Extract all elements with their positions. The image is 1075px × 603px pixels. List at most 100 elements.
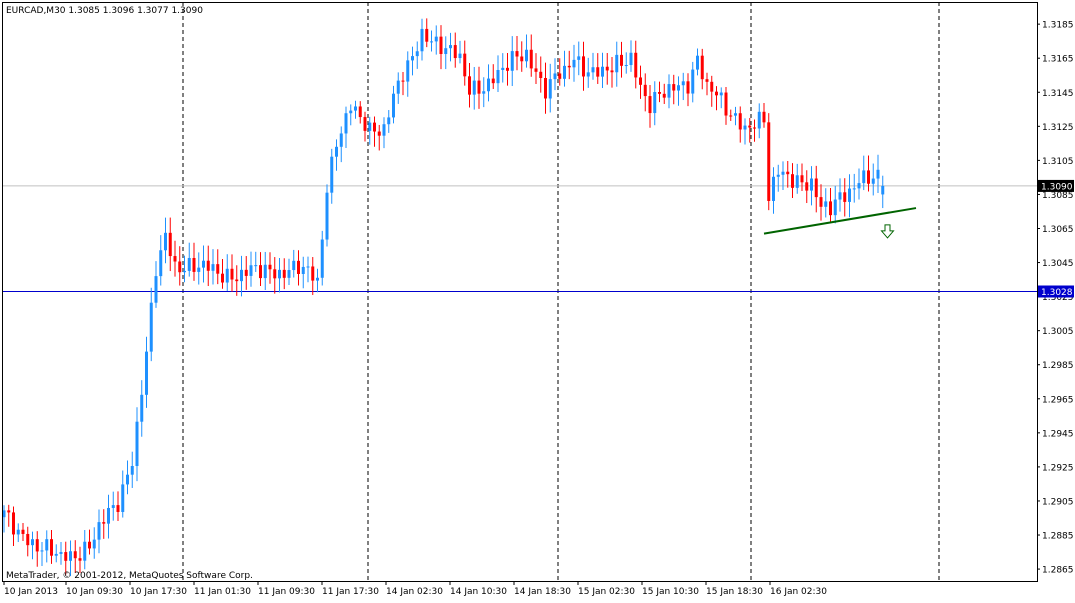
candle-body xyxy=(610,70,614,73)
candle xyxy=(64,541,68,575)
candle xyxy=(78,546,82,574)
candle xyxy=(776,164,780,192)
candle-body xyxy=(12,512,15,535)
candle xyxy=(159,235,163,286)
candle-body xyxy=(54,553,58,556)
candle xyxy=(639,65,642,99)
candle-body xyxy=(468,76,471,95)
candle xyxy=(35,531,39,567)
candle xyxy=(401,71,405,96)
candle-body xyxy=(268,264,272,270)
candle xyxy=(358,101,362,124)
trendline xyxy=(763,207,917,235)
candle-body xyxy=(729,115,733,117)
candle-body xyxy=(629,52,633,66)
candle xyxy=(377,124,381,151)
candle xyxy=(73,540,77,573)
x-tick-label: 11 Jan 09:30 xyxy=(258,587,315,597)
candle xyxy=(624,52,628,74)
candle-body xyxy=(330,156,334,193)
candle-body xyxy=(50,539,53,556)
candle xyxy=(463,40,467,86)
candle-body xyxy=(316,277,319,281)
candle-body xyxy=(373,122,376,132)
candle-body xyxy=(867,170,870,184)
candle-body xyxy=(862,170,866,184)
candle-body xyxy=(221,273,224,283)
candle-body xyxy=(107,507,110,524)
candle-body xyxy=(838,192,842,200)
x-tick-label: 15 Jan 10:30 xyxy=(642,587,699,597)
candle-body xyxy=(482,91,486,94)
candle-body xyxy=(349,110,353,114)
candle xyxy=(601,52,604,89)
y-tick-label: 1.3185 xyxy=(1042,21,1074,31)
candle xyxy=(848,174,851,218)
candle xyxy=(738,106,742,143)
candle xyxy=(577,41,581,76)
y-tick-label: 1.2925 xyxy=(1042,463,1074,473)
candle-body xyxy=(871,178,875,184)
candle xyxy=(287,258,291,286)
candle-body xyxy=(852,188,856,190)
candle-body xyxy=(624,65,628,67)
candle-body xyxy=(634,52,638,78)
chart-svg: 1.31851.31651.31451.31251.31051.30851.30… xyxy=(2,2,1074,597)
candle-body xyxy=(111,505,115,508)
candle-body xyxy=(520,56,524,62)
candle xyxy=(700,48,704,90)
candle-body xyxy=(78,558,82,561)
candle xyxy=(216,249,220,285)
candle xyxy=(268,252,272,284)
candle-body xyxy=(73,551,77,559)
candle xyxy=(501,53,505,83)
candle-body xyxy=(472,80,476,95)
candle xyxy=(130,451,134,488)
candle xyxy=(719,87,723,109)
candle xyxy=(871,163,875,196)
candle xyxy=(662,83,666,104)
candle xyxy=(244,256,248,290)
candle xyxy=(164,217,167,264)
candle-body xyxy=(69,551,72,561)
candle-body xyxy=(653,92,657,114)
candle-body xyxy=(748,125,752,128)
candle-body xyxy=(396,80,400,94)
candle-body xyxy=(810,178,813,191)
candle-body xyxy=(876,169,880,179)
candle xyxy=(472,67,476,110)
candle xyxy=(629,40,633,72)
y-tick-label: 1.3145 xyxy=(1042,89,1074,99)
candle xyxy=(178,246,182,286)
candle-body xyxy=(515,51,519,57)
candle-body xyxy=(691,69,695,94)
candle xyxy=(45,530,49,563)
candle-body xyxy=(558,73,562,79)
candle-body xyxy=(225,268,229,283)
candle xyxy=(743,118,747,145)
candle xyxy=(121,470,125,518)
candle-body xyxy=(92,539,96,549)
horizontal-lines xyxy=(2,185,1037,292)
candle-body xyxy=(354,106,357,111)
candle xyxy=(681,72,685,101)
candle xyxy=(468,62,471,108)
candle xyxy=(263,251,267,290)
candle-body xyxy=(439,36,443,55)
candle-body xyxy=(510,51,514,71)
candle xyxy=(520,41,524,72)
candle xyxy=(97,509,101,554)
x-tick-label: 16 Jan 02:30 xyxy=(770,587,827,597)
candle-body xyxy=(368,122,372,131)
candle-body xyxy=(102,522,106,524)
candle-body xyxy=(753,127,756,129)
candle xyxy=(539,56,543,93)
candle xyxy=(491,64,495,89)
candle-body xyxy=(800,175,804,183)
candle-body xyxy=(772,176,775,201)
y-tick-label: 1.3045 xyxy=(1042,259,1074,269)
symbol-info: EURCAD,M30 1.3085 1.3096 1.3077 1.3090 xyxy=(6,6,203,16)
candle xyxy=(444,36,448,70)
candle xyxy=(297,250,300,286)
candle xyxy=(325,184,329,247)
